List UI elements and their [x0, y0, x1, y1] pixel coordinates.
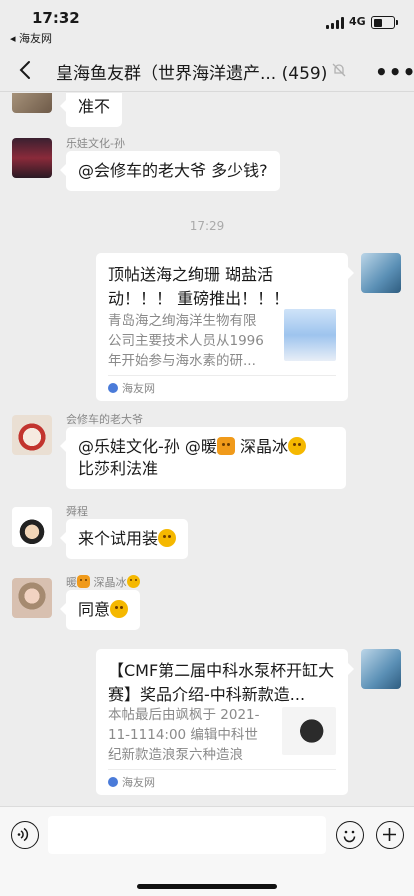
avatar[interactable] — [12, 507, 52, 547]
card-source-name: 海友网 — [122, 382, 155, 395]
back-to-app-link[interactable]: ◂ 海友网 — [10, 30, 52, 46]
battery-icon — [371, 16, 398, 29]
chat-header: 皇海鱼友群（世界海洋遗产... (459) ••• — [0, 48, 414, 92]
sender-name-part: 暖 — [66, 576, 77, 589]
sender-name: 舜程 — [66, 505, 88, 518]
card-source: 海友网 — [108, 769, 336, 795]
tongue-emoji-icon — [126, 575, 140, 588]
my-avatar[interactable] — [361, 253, 401, 293]
card-thumbnail — [282, 707, 336, 755]
mute-bell-icon — [332, 63, 346, 77]
message-text: @会修车的老大爷 多少钱? — [78, 161, 268, 180]
card-title: 【CMF第二届中科水泵杯开缸大赛】奖品介绍-中科新款造... — [108, 661, 335, 704]
message-list[interactable]: 准不 乐娃文化-孙 @会修车的老大爷 多少钱? 17:29 顶帖送海之绚珊 瑚盐… — [0, 93, 414, 806]
avatar[interactable] — [12, 138, 52, 178]
sender-name: 暖 深晶冰 — [66, 574, 140, 590]
message-text: 来个试用装 — [78, 529, 159, 548]
card-thumbnail — [284, 309, 336, 361]
message-bubble[interactable]: 来个试用装 — [59, 519, 189, 559]
sender-name: 乐娃文化-孙 — [66, 137, 125, 150]
status-time: 17:32 — [32, 9, 80, 27]
message-bubble[interactable]: 同意 — [59, 590, 141, 630]
link-card[interactable]: 【CMF第二届中科水泵杯开缸大赛】奖品介绍-中科新款造... 本帖最后由飒枫于 … — [96, 649, 354, 795]
more-options-button[interactable]: ••• — [375, 60, 414, 84]
avatar[interactable] — [12, 415, 52, 455]
message-text: @乐娃文化-孙 @暖 — [78, 437, 217, 456]
card-source-name: 海友网 — [122, 776, 155, 789]
thinking-emoji-icon — [110, 600, 129, 618]
battery-level — [373, 18, 382, 27]
message-timestamp: 17:29 — [189, 219, 225, 233]
message-text: 比莎利法准 — [78, 459, 159, 478]
tiger-emoji-icon — [216, 437, 235, 455]
message-bubble[interactable]: @会修车的老大爷 多少钱? — [60, 151, 280, 191]
message-bubble[interactable]: 准不 — [59, 93, 123, 127]
card-description: 青岛海之绚海洋生物有限公司主要技术人员从1996年开始参与海水素的研... — [108, 313, 264, 369]
avatar[interactable] — [12, 93, 52, 113]
voice-input-icon[interactable] — [11, 821, 39, 849]
card-source: 海友网 — [108, 375, 336, 401]
source-logo-icon — [108, 383, 118, 393]
home-indicator — [137, 884, 277, 889]
message-bubble[interactable]: @乐娃文化-孙 @暖 深晶冰 比莎利法准 — [60, 427, 346, 489]
message-text: 同意 — [78, 600, 111, 619]
sender-name: 会修车的老大爷 — [66, 413, 143, 426]
status-bar: 17:32 ◂ 海友网 4G — [0, 0, 414, 46]
card-description: 本帖最后由飒枫于 2021-11-1114:00 编辑中科世纪新款造浪泵六种造浪… — [108, 707, 260, 763]
network-type: 4G — [349, 15, 366, 28]
cellular-signal-icon — [326, 17, 345, 29]
tiger-emoji-icon — [77, 575, 90, 588]
chat-title: 皇海鱼友群（世界海洋遗产... (459) — [56, 64, 328, 84]
card-title: 顶帖送海之绚珊 瑚盐活动！！！ 重磅推出！！！ — [108, 265, 290, 308]
back-chevron-icon[interactable] — [14, 58, 38, 82]
message-text: 准不 — [78, 97, 111, 116]
input-bar — [0, 806, 414, 896]
message-text: 深晶冰 — [239, 437, 288, 456]
source-logo-icon — [108, 777, 118, 787]
thinking-emoji-icon — [158, 529, 177, 547]
emoji-icon[interactable] — [336, 821, 364, 849]
tongue-emoji-icon — [287, 437, 306, 455]
message-input[interactable] — [48, 816, 326, 854]
my-avatar[interactable] — [361, 649, 401, 689]
avatar[interactable] — [12, 578, 52, 618]
sender-name-part: 深晶冰 — [93, 576, 127, 589]
link-card[interactable]: 顶帖送海之绚珊 瑚盐活动！！！ 重磅推出！！！ 青岛海之绚海洋生物有限公司主要技… — [96, 253, 354, 401]
plus-icon[interactable] — [376, 821, 404, 849]
